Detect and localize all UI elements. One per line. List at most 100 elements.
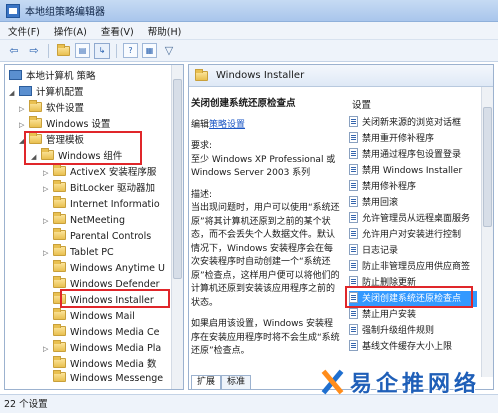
collapsed-arrow-icon[interactable]: ▷ bbox=[19, 117, 27, 133]
setting-item[interactable]: 防止非管理员应用供应商签 bbox=[349, 259, 477, 275]
scrollbar-thumb[interactable] bbox=[483, 107, 492, 227]
menu-help[interactable]: 帮助(H) bbox=[148, 24, 182, 38]
setting-item-selected[interactable]: 关闭创建系统还原检查点 bbox=[349, 291, 477, 307]
settings-column-header[interactable]: 设置 bbox=[352, 97, 371, 111]
policy-icon bbox=[349, 180, 358, 191]
edit-prefix: 编辑 bbox=[191, 119, 210, 130]
folder-icon bbox=[53, 244, 66, 256]
tree-item-label: Parental Controls bbox=[70, 231, 152, 242]
folder-icon bbox=[53, 260, 66, 272]
toolbar-divider bbox=[116, 43, 117, 58]
setting-item[interactable]: 日志记录 bbox=[349, 243, 477, 259]
tree-item-label: Tablet PC bbox=[70, 247, 114, 258]
setting-item[interactable]: 禁用通过程序包设置登录 bbox=[349, 147, 477, 163]
collapsed-arrow-icon[interactable]: ▷ bbox=[43, 165, 51, 181]
tree-item-iis[interactable]: Internet Informatio bbox=[43, 196, 160, 213]
toolbar: ⇦ ⇨ ▤ ↳ ? ▦ ▽ bbox=[0, 40, 498, 62]
tree-item-label: Windows Media Ce bbox=[70, 327, 160, 338]
setting-item[interactable]: 允许管理员从远程桌面服务 bbox=[349, 211, 477, 227]
tree-item-windows-mail[interactable]: Windows Mail bbox=[43, 308, 135, 325]
description-text-2: 如果启用该设置，Windows 安装程序在安装应用程序时将不会生成“系统还原”检… bbox=[191, 319, 340, 356]
expand-arrow-icon[interactable]: ◢ bbox=[9, 85, 17, 101]
app-icon bbox=[6, 3, 20, 18]
tree-item-windows-media-player[interactable]: ▷ Windows Media Pla bbox=[43, 340, 161, 357]
tree-item-computer-config[interactable]: ◢ 计算机配置 bbox=[9, 85, 84, 101]
show-tree-icon[interactable]: ▤ bbox=[75, 43, 90, 58]
back-arrow-icon[interactable]: ⇦ bbox=[6, 43, 22, 59]
setting-item[interactable]: 防止删除更新 bbox=[349, 275, 477, 291]
setting-item[interactable]: 基线文件缓存大小上限 bbox=[349, 339, 477, 355]
help-icon[interactable]: ? bbox=[123, 43, 138, 58]
setting-item[interactable]: 禁用 Windows Installer bbox=[349, 163, 477, 179]
watermark: 易企推网络 bbox=[318, 366, 480, 398]
window-title: 本地组策略编辑器 bbox=[25, 7, 105, 18]
menu-view[interactable]: 查看(V) bbox=[101, 24, 134, 38]
policy-icon bbox=[349, 212, 358, 223]
setting-item[interactable]: 禁用回滚 bbox=[349, 195, 477, 211]
tree-item-local-policy[interactable]: 本地计算机 策略 bbox=[9, 69, 96, 85]
tree-item-tablet-pc[interactable]: ▷ Tablet PC bbox=[43, 244, 114, 261]
tab-extended[interactable]: 扩展 bbox=[191, 375, 222, 389]
expand-arrow-icon[interactable]: ◢ bbox=[31, 149, 39, 165]
expand-arrow-icon[interactable]: ◢ bbox=[19, 133, 27, 149]
tree-item-windows-components[interactable]: ◢ Windows 组件 bbox=[31, 148, 122, 165]
policy-icon bbox=[349, 292, 358, 303]
collapsed-arrow-icon[interactable]: ▷ bbox=[43, 181, 51, 197]
menu-action[interactable]: 操作(A) bbox=[54, 24, 87, 38]
setting-item[interactable]: 禁用修补程序 bbox=[349, 179, 477, 195]
collapsed-arrow-icon[interactable]: ▷ bbox=[43, 245, 51, 261]
tree-vertical-scrollbar[interactable] bbox=[171, 65, 183, 389]
tree-item-windows-anytime-upgrade[interactable]: Windows Anytime U bbox=[43, 260, 166, 277]
tree-item-admin-templates[interactable]: ◢ 管理模板 bbox=[19, 132, 84, 149]
policy-title: 关闭创建系统还原检查点 bbox=[191, 98, 296, 109]
folder-icon bbox=[29, 132, 42, 144]
folder-icon bbox=[53, 180, 66, 192]
tree-item-windows-defender[interactable]: Windows Defender bbox=[43, 276, 160, 293]
policy-icon bbox=[349, 308, 358, 319]
menu-file[interactable]: 文件(F) bbox=[8, 24, 40, 38]
properties-icon[interactable]: ▦ bbox=[142, 43, 157, 58]
collapsed-arrow-icon[interactable]: ▷ bbox=[43, 341, 51, 357]
tree-item-windows-installer[interactable]: Windows Installer bbox=[43, 292, 154, 309]
tree-item-windows-messenger[interactable]: Windows Messenge bbox=[43, 370, 164, 387]
tree-item-software-settings[interactable]: ▷ 软件设置 bbox=[19, 100, 84, 117]
tree-item-windows-media-center[interactable]: Windows Media Ce bbox=[43, 324, 160, 341]
folder-icon bbox=[41, 148, 54, 160]
requirements-text: 至少 Windows XP Professional 或 Windows Ser… bbox=[191, 154, 336, 179]
edit-policy-link[interactable]: 策略设置 bbox=[209, 120, 245, 130]
collapsed-arrow-icon[interactable]: ▷ bbox=[19, 101, 27, 117]
toolbar-divider bbox=[48, 43, 49, 58]
folder-icon bbox=[53, 164, 66, 176]
tree-item-label: Windows Messenge bbox=[70, 373, 164, 384]
tree-item-parental-controls[interactable]: Parental Controls bbox=[43, 228, 152, 245]
tree-item-activex[interactable]: ▷ ActiveX 安装程序服 bbox=[43, 164, 156, 181]
setting-item[interactable]: 禁用重开修补程序 bbox=[349, 131, 477, 147]
tree-item-windows-settings[interactable]: ▷ Windows 设置 bbox=[19, 116, 110, 133]
folder-up-icon[interactable] bbox=[55, 43, 71, 59]
tree-item-netmeeting[interactable]: ▷ NetMeeting bbox=[43, 212, 125, 229]
folder-icon bbox=[53, 356, 66, 368]
folder-icon bbox=[53, 212, 66, 224]
setting-item[interactable]: 强制升级组件规则 bbox=[349, 323, 477, 339]
forward-arrow-icon[interactable]: ⇨ bbox=[26, 43, 42, 59]
scrollbar-thumb[interactable] bbox=[173, 79, 182, 279]
settings-vertical-scrollbar[interactable] bbox=[481, 87, 493, 377]
watermark-text: 易企推网络 bbox=[350, 371, 481, 397]
policy-tree[interactable]: 本地计算机 策略 ◢ 计算机配置 ▷ 软件设置 ▷ Windows 设置 ◢ 管理模板 … bbox=[4, 64, 184, 390]
setting-item[interactable]: 关闭新来源的浏览对话框 bbox=[349, 115, 477, 131]
policy-icon bbox=[349, 340, 358, 351]
folder-icon bbox=[53, 196, 66, 208]
collapsed-arrow-icon[interactable]: ▷ bbox=[43, 213, 51, 229]
details-header: Windows Installer bbox=[189, 65, 493, 87]
policy-icon bbox=[349, 260, 358, 271]
setting-item[interactable]: 禁止用户安装 bbox=[349, 307, 477, 323]
description-text: 当出现问题时，用户可以使用“系统还原”将其计算机还原到之前的某个状态，而不会丢失… bbox=[191, 203, 340, 308]
tab-standard[interactable]: 标准 bbox=[221, 375, 252, 389]
setting-item[interactable]: 允许用户对安装进行控制 bbox=[349, 227, 477, 243]
filter-icon[interactable]: ▽ bbox=[161, 43, 177, 59]
export-icon[interactable]: ↳ bbox=[94, 42, 110, 59]
tree-item-bitlocker[interactable]: ▷ BitLocker 驱动器加 bbox=[43, 180, 155, 197]
tree-item-label: Windows Mail bbox=[70, 311, 135, 322]
folder-icon bbox=[53, 228, 66, 240]
tree-item-label: Windows Anytime U bbox=[70, 263, 166, 274]
